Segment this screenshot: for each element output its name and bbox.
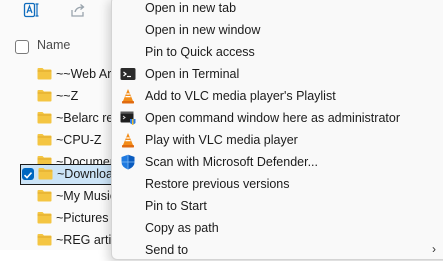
menu-item-add-to-vlc-playlist[interactable]: Add to VLC media player's Playlist xyxy=(116,86,443,107)
folder-icon xyxy=(37,234,52,246)
menu-item-scan-with-defender[interactable]: Scan with Microsoft Defender... xyxy=(116,152,443,173)
menu-item-open-in-new-tab[interactable]: Open in new tab xyxy=(116,0,443,19)
menu-item-label: Add to VLC media player's Playlist xyxy=(145,89,336,103)
terminal-icon xyxy=(120,68,136,80)
menu-item-pin-to-start[interactable]: Pin to Start xyxy=(116,196,443,217)
menu-item-label: Copy as path xyxy=(145,221,219,235)
cmd-admin-icon xyxy=(120,111,136,125)
file-name: ~CPU-Z xyxy=(56,133,102,147)
folder-icon xyxy=(37,134,52,146)
menu-item-label: Open in new tab xyxy=(145,1,237,15)
menu-item-open-in-terminal[interactable]: Open in Terminal xyxy=(116,64,443,85)
checkmark-icon xyxy=(23,172,33,179)
folder-icon xyxy=(37,112,52,124)
share-button[interactable] xyxy=(68,1,88,19)
rename-button[interactable] xyxy=(22,1,42,19)
folder-icon xyxy=(37,212,52,224)
folder-icon xyxy=(38,168,53,180)
vlc-icon xyxy=(122,89,134,104)
menu-item-open-in-new-window[interactable]: Open in new window xyxy=(116,20,443,41)
share-icon xyxy=(71,4,85,17)
row-checkbox[interactable] xyxy=(22,168,34,180)
menu-item-label: Restore previous versions xyxy=(145,177,290,191)
menu-item-copy-as-path[interactable]: Copy as path xyxy=(116,218,443,239)
menu-item-label: Open command window here as administrato… xyxy=(145,111,400,125)
name-column-header[interactable]: Name xyxy=(37,38,70,52)
menu-item-play-with-vlc[interactable]: Play with VLC media player xyxy=(116,130,443,151)
menu-item-open-command-window-admin[interactable]: Open command window here as administrato… xyxy=(116,108,443,129)
rename-icon xyxy=(23,2,39,18)
file-name: ~My Music xyxy=(56,189,117,203)
menu-item-restore-previous-versions[interactable]: Restore previous versions xyxy=(116,174,443,195)
menu-item-label: Pin to Quick access xyxy=(145,45,255,59)
menu-item-send-to[interactable]: Send to › xyxy=(116,240,443,261)
column-header: Name xyxy=(0,33,120,59)
file-name: ~~Z xyxy=(56,89,79,103)
folder-icon xyxy=(37,190,52,202)
defender-shield-icon xyxy=(121,154,135,170)
file-name: ~~Web Art xyxy=(56,67,115,81)
menu-item-label: Scan with Microsoft Defender... xyxy=(145,155,318,169)
menu-item-label: Open in new window xyxy=(145,23,261,37)
file-name: ~Downloa xyxy=(57,167,113,181)
chevron-right-icon: › xyxy=(432,242,436,256)
context-menu: Open in new tab Open in new window Pin t… xyxy=(111,0,443,260)
menu-item-pin-to-quick-access[interactable]: Pin to Quick access xyxy=(116,42,443,63)
select-all-checkbox[interactable] xyxy=(15,40,29,54)
folder-icon xyxy=(37,90,52,102)
folder-icon xyxy=(37,68,52,80)
menu-item-label: Open in Terminal xyxy=(145,67,240,81)
vlc-icon xyxy=(122,133,134,148)
menu-item-label: Play with VLC media player xyxy=(145,133,298,147)
menu-item-label: Pin to Start xyxy=(145,199,207,213)
menu-item-label: Send to xyxy=(145,243,189,257)
file-name: ~Pictures xyxy=(56,211,109,225)
